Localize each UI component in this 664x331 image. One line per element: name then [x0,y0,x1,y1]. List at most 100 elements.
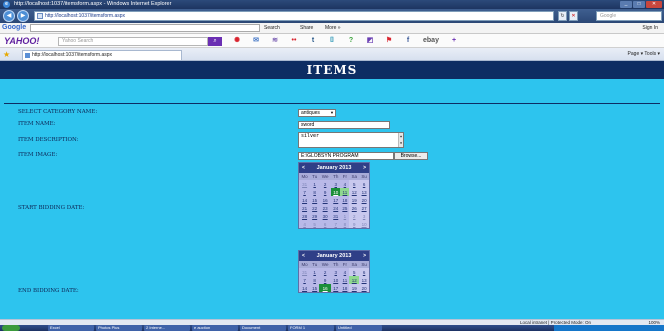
calendar-day[interactable]: 13 [359,276,369,284]
calendar-day[interactable]: 31 [331,212,340,220]
maximize-button[interactable]: □ [633,1,645,8]
calendar-day[interactable]: 14 [299,284,310,292]
taskbar-task[interactable]: e auction [192,325,238,331]
calendar-day[interactable]: 8 [340,220,349,228]
calendar-day[interactable]: 1 [340,212,349,220]
next-month-link[interactable]: > [363,251,366,261]
back-button[interactable]: ◀ [3,10,15,22]
browser-tab[interactable]: http://localhost:1037/itemsform.aspx [22,50,182,60]
calendar-day[interactable]: 28 [299,212,310,220]
calendar-day[interactable]: 3 [331,180,340,188]
calendar-day[interactable]: 22 [310,204,319,212]
favorites-star-icon[interactable]: ★ [3,50,10,59]
prev-month-link[interactable]: < [302,163,305,173]
calendar-day[interactable]: 17 [331,196,340,204]
calendar-day[interactable]: 2 [349,212,360,220]
calendar-day[interactable]: 11 [340,188,350,196]
calendar-day[interactable]: 10 [331,276,340,284]
calendar-day[interactable]: 5 [310,220,319,228]
calendar-day[interactable]: 5 [349,268,360,276]
taskbar-task[interactable]: Untitled [336,325,382,331]
calendar-day[interactable]: 15 [310,196,319,204]
mail-icon[interactable]: ✉ [251,36,261,46]
facebook-icon[interactable]: f [403,36,413,46]
calendar-day[interactable]: 31 [299,268,310,276]
calendar-day[interactable]: 10 [359,220,369,228]
calendar-day[interactable]: 5 [349,180,360,188]
calendar-day[interactable]: 23 [319,204,331,212]
flag-icon[interactable]: ⚑ [384,36,394,46]
calendar-day[interactable]: 9 [319,188,331,196]
add-icon[interactable]: + [449,36,459,46]
taskbar-task[interactable]: Document [240,325,286,331]
calendar-day[interactable]: 13 [359,188,369,196]
yahoo-search-input[interactable]: Yahoo Search [58,37,208,46]
calendar-day[interactable]: 12 [349,276,360,284]
calendar-day[interactable]: 27 [359,204,369,212]
forward-button[interactable]: ▶ [17,10,29,22]
bookmark-icon[interactable]: ⌷ [327,36,337,46]
calendar-day[interactable]: 21 [299,204,310,212]
command-bar[interactable]: Page ▾ Tools ▾ [628,50,660,59]
calendar-day[interactable]: 6 [319,220,331,228]
answers-icon[interactable]: ? [346,36,356,46]
tumblr-icon[interactable]: t [308,36,318,46]
calendar-day[interactable]: 6 [359,180,369,188]
calendar-day[interactable]: 7 [331,220,340,228]
calendar-day[interactable]: 1 [310,268,319,276]
yahoo-search-icon[interactable]: ⌕ [208,37,222,46]
file-path-input[interactable]: E:\GLOBSYN PROGRAM [298,152,394,160]
calendar-day[interactable]: 31 [299,180,310,188]
google-share-button[interactable]: Share [300,24,313,32]
google-search-button[interactable]: Search [264,24,280,32]
google-search-input[interactable] [30,24,260,32]
news-icon[interactable]: ≋ [270,36,280,46]
calendar-day[interactable]: 16 [319,196,331,204]
description-textarea[interactable]: silver ▲ ▼ [298,132,404,148]
calendar-day[interactable]: 29 [310,212,319,220]
refresh-icon[interactable]: ↻ [558,11,567,21]
start-button[interactable] [2,325,20,331]
calendar-day[interactable]: 8 [310,276,319,284]
calendar-day[interactable]: 3 [359,212,369,220]
calendar-day[interactable]: 4 [340,180,349,188]
calendar-day[interactable]: 17 [331,284,340,292]
calendar-day[interactable]: 18 [340,196,349,204]
calendar-day[interactable]: 20 [359,196,369,204]
browse-button[interactable]: Browse... [394,152,428,160]
prev-month-link[interactable]: < [302,251,305,261]
calendar-day[interactable]: 25 [340,204,349,212]
calendar-day[interactable]: 9 [349,220,360,228]
calendar-day[interactable]: 4 [340,268,349,276]
calendar-day[interactable]: 24 [331,204,340,212]
next-month-link[interactable]: > [363,163,366,173]
calendar-day[interactable]: 20 [359,284,369,292]
minimize-button[interactable]: _ [620,1,632,8]
calendar-day[interactable]: 6 [359,268,369,276]
taskbar-task[interactable]: Excel [48,325,94,331]
calendar-day[interactable]: 18 [340,284,349,292]
calendar-day[interactable]: 26 [349,204,360,212]
calendar-day[interactable]: 8 [310,188,319,196]
calendar-day[interactable]: 14 [299,196,310,204]
yahoo-icon[interactable]: ✺ [232,36,242,46]
calendar-day[interactable]: 4 [299,220,310,228]
address-bar[interactable]: http://localhost:1037/itemsform.aspx [34,11,554,21]
calendar-day[interactable]: 1 [310,180,319,188]
taskbar-task[interactable]: 2 Interne... [144,325,190,331]
stop-icon[interactable]: ✕ [569,11,578,21]
google-more-button[interactable]: More » [325,24,341,32]
calendar-day[interactable]: 11 [340,276,349,284]
sports-icon[interactable]: ◩ [365,36,375,46]
calendar-day[interactable]: 15 [310,284,319,292]
calendar-day[interactable]: 3 [331,268,340,276]
category-select[interactable]: antiques ▼ [298,109,336,117]
calendar-day[interactable]: 2 [319,180,331,188]
calendar-day[interactable]: 10 [331,188,341,196]
calendar-day[interactable]: 2 [319,268,331,276]
textarea-scrollbar[interactable]: ▲ ▼ [398,133,403,147]
calendar-day[interactable]: 19 [349,284,360,292]
flickr-icon[interactable]: •• [289,36,299,46]
google-signin-button[interactable]: Sign In [642,24,658,32]
calendar-day[interactable]: 16 [319,284,332,292]
